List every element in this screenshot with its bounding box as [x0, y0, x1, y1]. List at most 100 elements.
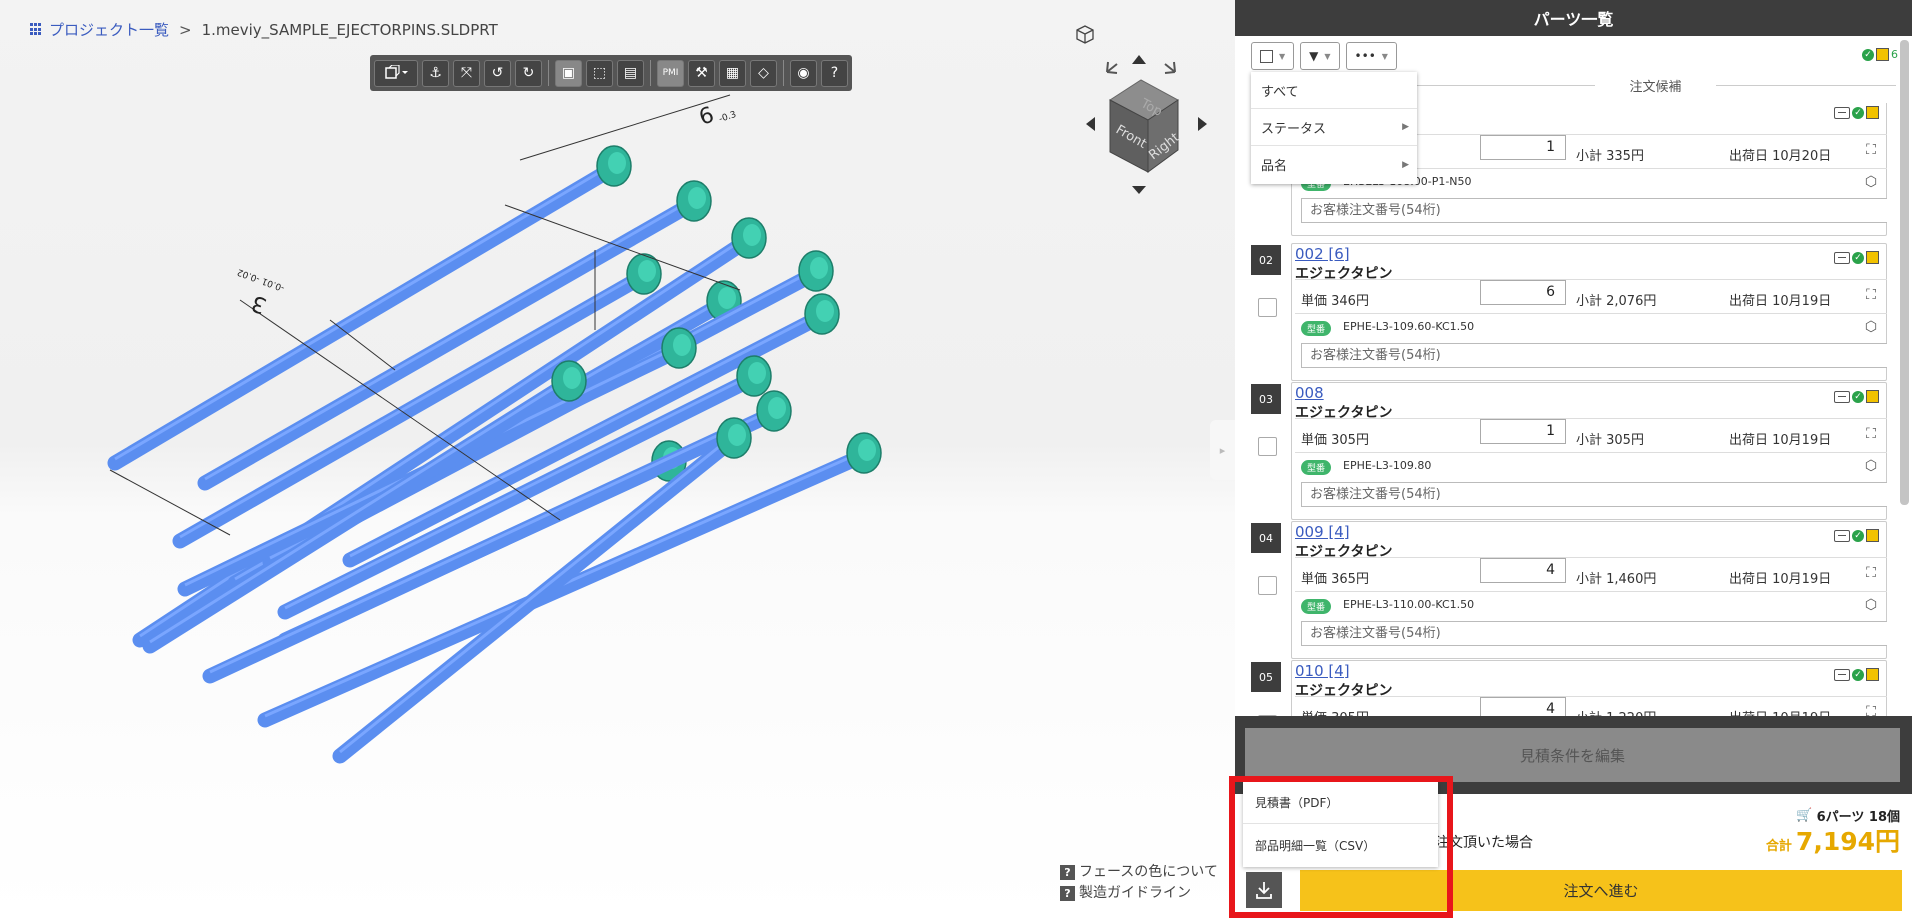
part-item-checkbox[interactable] [1258, 437, 1277, 456]
expand-icon[interactable]: ⛶ [1863, 704, 1879, 716]
part-number-link[interactable]: 002 [6] [1295, 245, 1350, 263]
rotate-up-arrow-icon[interactable] [1132, 55, 1146, 64]
ejector-pin-head-face [743, 224, 761, 246]
part-item-checkbox[interactable] [1258, 576, 1277, 595]
rotate-pivot-button[interactable]: ⚓ [422, 59, 449, 87]
display-settings-button[interactable]: ▤ [617, 59, 644, 87]
ejector-pin-head-face [858, 439, 876, 461]
part-status-icons[interactable]: ✓ [1834, 251, 1879, 264]
dimension-6: 6 [696, 103, 717, 131]
table-button[interactable]: ▦ [719, 59, 746, 87]
rotate-left-arrow-icon[interactable] [1106, 61, 1118, 74]
comment-icon [1834, 106, 1850, 119]
order-candidates-title: 注文候補 [1415, 76, 1896, 95]
filter-all-option[interactable]: すべて [1251, 72, 1417, 109]
panel-collapse-handle[interactable]: ▸ [1210, 420, 1235, 480]
quantity-input[interactable]: 4 [1480, 697, 1566, 716]
part-status-icons[interactable]: ✓ [1834, 390, 1879, 403]
customer-order-number-input[interactable]: お客様注文番号(54桁) [1301, 343, 1887, 368]
part-number-link[interactable]: 010 [4] [1295, 662, 1350, 680]
divider [1295, 452, 1887, 453]
quantity-input[interactable]: 4 [1480, 558, 1566, 583]
more-actions-dropdown[interactable]: ••• ▼ [1345, 42, 1397, 70]
screenshot-button[interactable]: ◉ [790, 59, 817, 87]
part-number-link[interactable]: 009 [4] [1295, 523, 1350, 541]
list-scrollbar[interactable] [1900, 40, 1909, 505]
divider [1295, 696, 1887, 697]
subtotal: 小計 2,076円 [1576, 294, 1657, 309]
ejector-pin-head-face [638, 260, 656, 282]
part-status-icons[interactable]: ✓ [1834, 529, 1879, 542]
manufacturing-guide-label[interactable]: 製造ガイドライン [1079, 883, 1191, 904]
3d-part-icon[interactable]: ⬡ [1863, 319, 1879, 335]
fit-all-button[interactable]: ⤧ [453, 59, 480, 87]
dimension-button[interactable]: ⚒ [688, 59, 715, 87]
part-number-link[interactable]: 008 [1295, 384, 1324, 402]
view-cube[interactable]: Top Front Right [1055, 22, 1225, 202]
calendar-icon [1866, 251, 1879, 264]
quantity-input[interactable]: 1 [1480, 135, 1566, 160]
tag-button[interactable]: ◇ [750, 59, 777, 87]
question-icon: ? [1060, 886, 1075, 901]
rotate-down-arrow-icon[interactable] [1132, 186, 1146, 194]
3d-part-icon[interactable]: ⬡ [1863, 458, 1879, 474]
project-list-label[interactable]: プロジェクト一覧 [49, 19, 169, 40]
face-color-help-label[interactable]: フェースの色について [1079, 862, 1218, 883]
select-all-dropdown[interactable]: ▼ [1251, 42, 1295, 70]
cart-icon: 🛒 [1796, 808, 1813, 823]
download-quote-pdf[interactable]: 見積書（PDF） [1243, 781, 1438, 824]
customer-order-number-input[interactable]: お客様注文番号(54桁) [1301, 198, 1887, 223]
quantity-input[interactable]: 6 [1480, 280, 1566, 305]
download-parts-csv[interactable]: 部品明細一覧（CSV） [1243, 824, 1438, 867]
filter-dropdown[interactable]: ▼ ▼ [1300, 42, 1340, 70]
quantity-input[interactable]: 1 [1480, 419, 1566, 444]
rotate-west-arrow-icon[interactable] [1086, 117, 1095, 131]
expand-icon[interactable]: ⛶ [1863, 287, 1879, 303]
home-icon[interactable] [1076, 25, 1094, 44]
check-circle-icon: ✓ [1852, 668, 1864, 681]
part-item-checkbox[interactable] [1258, 298, 1277, 317]
dimension-3: 3 [248, 290, 270, 318]
expand-icon[interactable]: ⛶ [1863, 565, 1879, 581]
rotate-right-button[interactable]: ↻ [515, 59, 542, 87]
3d-part-icon[interactable]: ⬡ [1863, 174, 1879, 190]
rotate-right-arrow-icon[interactable] [1164, 61, 1176, 74]
edit-conditions-button[interactable]: 見積条件を編集 [1245, 728, 1900, 782]
customer-order-number-input[interactable]: お客様注文番号(54桁) [1301, 482, 1887, 507]
pmi-button[interactable]: PMI [657, 59, 684, 87]
3d-part-icon[interactable]: ⬡ [1863, 597, 1879, 613]
divider [1295, 418, 1887, 419]
rotate-east-arrow-icon[interactable] [1198, 117, 1207, 131]
face-color-help-link[interactable]: ? フェースの色について [1060, 862, 1218, 883]
filter-status-option[interactable]: ステータス ▶ [1251, 109, 1417, 146]
shaded-button[interactable]: ▣ [555, 59, 582, 87]
grid-icon [30, 23, 43, 36]
download-button[interactable] [1246, 872, 1282, 908]
part-item: 02 002 [6] エジェクタピン ✓ 単価 346円 6 小計 2,076円 出荷日 10… [1251, 243, 1887, 381]
expand-icon[interactable]: ⛶ [1863, 142, 1879, 158]
view-mode-button[interactable] [374, 59, 418, 87]
model-canvas[interactable]: 6 -0.3 3 -0.01 -0.02 [0, 0, 1235, 922]
wireframe-cube-icon: ⬚ [592, 65, 607, 81]
ejector-pin-head-face [608, 152, 626, 174]
calendar-icon [1866, 668, 1879, 681]
filter-name-option[interactable]: 品名 ▶ [1251, 146, 1417, 183]
cube-dropdown-icon [385, 65, 408, 79]
customer-order-number-input[interactable]: お客様注文番号(54桁) [1301, 621, 1887, 646]
expand-icon[interactable]: ⛶ [1863, 426, 1879, 442]
rotate-ccw-icon: ↺ [491, 65, 504, 81]
ok-status-summary[interactable]: ✓ 6 [1862, 48, 1898, 61]
file-name: 1.meviy_SAMPLE_EJECTORPINS.SLDPRT [201, 20, 498, 39]
3d-viewer[interactable]: 6 -0.3 3 -0.01 -0.02 プロジェクト一覧 > 1.meviy_… [0, 0, 1235, 922]
subtotal: 小計 335円 [1576, 149, 1644, 164]
rotate-left-button[interactable]: ↺ [484, 59, 511, 87]
ejector-pin-head-face [728, 424, 746, 446]
part-status-icons[interactable]: ✓ [1834, 668, 1879, 681]
manufacturing-guide-link[interactable]: ? 製造ガイドライン [1060, 883, 1218, 904]
wireframe-button[interactable]: ⬚ [586, 59, 613, 87]
help-button[interactable]: ? [821, 59, 848, 87]
project-list-link[interactable]: プロジェクト一覧 [30, 19, 169, 40]
download-quote-pdf-label: 見積書（PDF） [1255, 795, 1339, 810]
part-status-icons[interactable]: ✓ [1834, 106, 1879, 119]
proceed-to-order-button[interactable]: 注文へ進む [1300, 870, 1902, 911]
